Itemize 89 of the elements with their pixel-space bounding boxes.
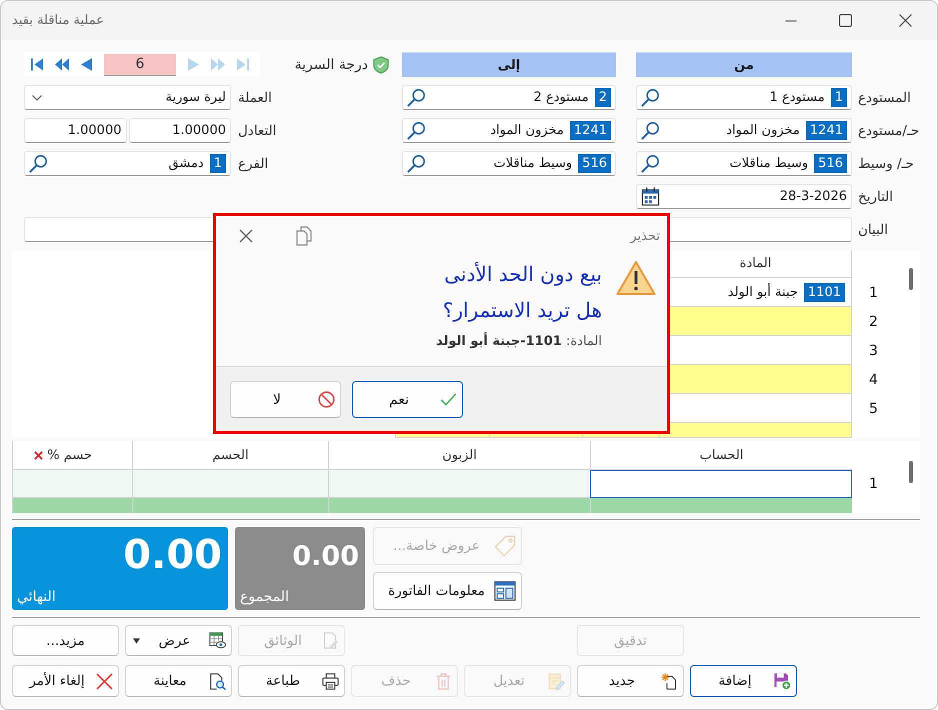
dialog-title: تحذير bbox=[630, 228, 660, 244]
column-header: المادة bbox=[740, 256, 772, 271]
printer-icon bbox=[322, 672, 339, 690]
message-text: بيع دون الحد الأدنى bbox=[444, 262, 602, 286]
search-icon[interactable] bbox=[29, 154, 48, 173]
column-header: حسم % bbox=[47, 448, 92, 462]
cancel-button[interactable]: إلغاء الأمر bbox=[12, 665, 119, 697]
check-icon bbox=[440, 391, 457, 408]
floppy-plus-icon bbox=[774, 672, 791, 690]
caret-down-icon bbox=[133, 638, 140, 644]
row-number: 1 bbox=[869, 284, 878, 300]
document-magnifier-icon bbox=[209, 672, 226, 690]
code-badge: 2 bbox=[594, 88, 611, 107]
cross-icon bbox=[96, 672, 113, 690]
row-number: 5 bbox=[869, 400, 878, 416]
calendar-icon[interactable] bbox=[641, 187, 660, 206]
view-button[interactable]: عرض bbox=[125, 625, 232, 656]
search-icon[interactable] bbox=[641, 88, 660, 107]
total-value: 0.00 bbox=[123, 531, 222, 579]
table-eye-icon bbox=[209, 632, 226, 649]
window-layout-icon bbox=[494, 580, 516, 602]
close-icon[interactable] bbox=[899, 14, 912, 27]
new-button[interactable]: جديد bbox=[577, 665, 684, 697]
rewind-icon[interactable] bbox=[55, 58, 69, 71]
search-icon[interactable] bbox=[641, 154, 660, 173]
total-label: النهائي bbox=[17, 589, 56, 605]
print-button[interactable]: طباعة bbox=[238, 665, 345, 697]
more-button[interactable]: مزيد... bbox=[12, 625, 119, 656]
code-badge: 1101 bbox=[804, 282, 845, 302]
row-number: 4 bbox=[869, 372, 878, 388]
column-header: الحسم bbox=[212, 448, 249, 462]
row-number: 1 bbox=[869, 476, 878, 492]
code-badge: 1 bbox=[210, 154, 226, 173]
date-field[interactable]: 28-3-2026 bbox=[636, 184, 852, 209]
add-button[interactable]: إضافة bbox=[690, 665, 797, 697]
maximize-icon[interactable] bbox=[839, 14, 852, 27]
chevron-down-icon bbox=[32, 94, 42, 100]
currency-dropdown[interactable]: ليرة سورية bbox=[24, 85, 231, 110]
shield-check-icon bbox=[372, 56, 390, 74]
notepad-pencil-icon bbox=[548, 672, 565, 690]
sum-value: 0.00 bbox=[292, 540, 359, 574]
message-text: هل تريد الاستمرار؟ bbox=[442, 298, 602, 322]
field-label: التاريخ bbox=[858, 188, 894, 204]
section-header: إلى bbox=[402, 52, 616, 77]
search-icon[interactable] bbox=[641, 121, 660, 140]
preview-button[interactable]: معاينة bbox=[125, 665, 232, 697]
code-badge: 1 bbox=[830, 88, 847, 107]
field-label: العملة bbox=[238, 90, 272, 106]
code-badge: 1241 bbox=[570, 121, 611, 140]
column-header: الزبون bbox=[442, 448, 477, 462]
warning-icon bbox=[616, 260, 656, 296]
security-label: درجة السرية bbox=[294, 56, 368, 72]
code-badge: 516 bbox=[578, 154, 611, 173]
invoice-info-button[interactable]: معلومات الفاتورة bbox=[373, 572, 522, 610]
exchange-rate-field[interactable]: 1.00000 bbox=[24, 118, 126, 143]
trash-icon bbox=[435, 672, 452, 690]
exchange-rate-field[interactable]: 1.00000 bbox=[128, 118, 231, 143]
field-label: حـ/مستودع bbox=[858, 122, 920, 138]
record-number-field[interactable]: 6 bbox=[104, 54, 176, 76]
search-icon[interactable] bbox=[407, 88, 426, 107]
document-star-icon bbox=[661, 672, 678, 690]
sum-label: المجموع bbox=[240, 589, 289, 605]
prohibited-icon bbox=[318, 391, 335, 408]
field-label: حـ/ وسيط bbox=[858, 156, 914, 172]
scrollbar-thumb[interactable] bbox=[909, 268, 913, 290]
no-button[interactable]: لا bbox=[230, 381, 341, 418]
yes-button[interactable]: نعم bbox=[352, 381, 463, 418]
row-number: 2 bbox=[869, 314, 878, 330]
search-icon[interactable] bbox=[407, 121, 426, 140]
detail-text: المادة: 1101-جبنة أبو الولد bbox=[436, 334, 602, 349]
copy-icon[interactable] bbox=[294, 226, 314, 246]
column-header: الحساب bbox=[700, 448, 744, 462]
field-label: التعادل bbox=[238, 122, 276, 138]
field-label: المستودع bbox=[858, 90, 911, 106]
code-badge: 1241 bbox=[806, 121, 847, 140]
previous-icon[interactable] bbox=[81, 58, 92, 71]
document-pencil-icon bbox=[322, 632, 339, 649]
section-header: من bbox=[636, 52, 852, 77]
window-title: عملية مناقلة بقيد bbox=[12, 13, 104, 28]
field-label: الفرع bbox=[238, 156, 268, 172]
close-icon[interactable] bbox=[239, 229, 253, 243]
code-badge: 516 bbox=[814, 154, 847, 173]
cell-text: جبنة أبو الولد bbox=[728, 284, 798, 300]
tag-icon bbox=[494, 535, 516, 557]
row-number: 3 bbox=[869, 342, 878, 358]
field-label: البيان bbox=[858, 222, 888, 238]
scrollbar-thumb[interactable] bbox=[909, 461, 913, 483]
first-icon[interactable] bbox=[31, 58, 43, 71]
search-icon[interactable] bbox=[407, 154, 426, 173]
